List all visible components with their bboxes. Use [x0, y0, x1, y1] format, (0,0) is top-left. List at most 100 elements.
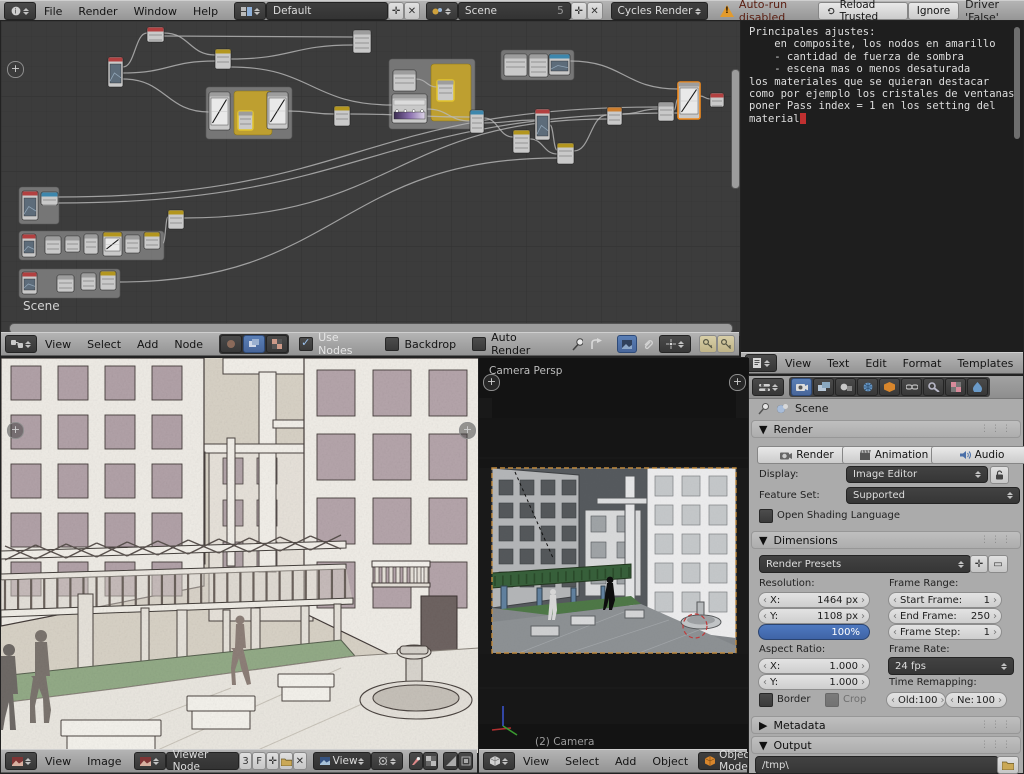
menu-format[interactable]: Format [895, 357, 950, 370]
tab-scene[interactable] [835, 378, 856, 396]
tab-world[interactable] [857, 378, 878, 396]
menu-text[interactable]: Text [819, 357, 857, 370]
tab-render-layers[interactable] [813, 378, 834, 396]
image-name-field[interactable]: Viewer Node [166, 752, 239, 770]
start-frame-field[interactable]: Start Frame:1 [888, 592, 1002, 608]
render-presets-dropdown[interactable]: Render Presets [759, 555, 971, 573]
aspect-y-field[interactable]: Y:1.000 [758, 674, 870, 690]
menu-add[interactable]: Add [129, 338, 166, 351]
pin-icon[interactable] [757, 402, 770, 415]
tab-modifiers[interactable] [923, 378, 944, 396]
new-image-button[interactable]: ✛ [266, 752, 280, 770]
ignore-button[interactable]: Ignore [908, 2, 959, 20]
menu-view[interactable]: View [515, 755, 557, 768]
frame-rate-dropdown[interactable]: 24 fps [888, 657, 1014, 675]
image-datablock-icon-button[interactable] [134, 752, 166, 770]
tab-material[interactable] [945, 378, 966, 396]
editor-type-text-button[interactable] [745, 354, 777, 372]
panel-header-render[interactable]: ▼Render⋮⋮⋮ [751, 420, 1021, 438]
panel-header-output[interactable]: ▼Output⋮⋮⋮ [751, 736, 1021, 754]
screen-layout-icon-button[interactable] [234, 2, 266, 20]
screen-layout-name-field[interactable]: Default [266, 2, 388, 20]
reload-trusted-button[interactable]: Reload Trusted [818, 2, 908, 20]
resolution-y-field[interactable]: Y:1108 px [758, 608, 870, 624]
menu-node[interactable]: Node [166, 338, 211, 351]
copy-node-tree-button[interactable] [699, 335, 717, 353]
use-nodes-checkbox[interactable] [299, 337, 313, 351]
shader-nodes-button[interactable] [220, 335, 242, 353]
menu-select[interactable]: Select [557, 755, 607, 768]
text-editor-content[interactable]: Principales ajustes: en composite, los n… [741, 21, 1023, 354]
delete-scene-button[interactable]: ✕ [587, 2, 603, 20]
draw-zbuffer-button[interactable] [458, 752, 473, 770]
menu-help[interactable]: Help [185, 5, 226, 18]
texture-nodes-button[interactable] [266, 335, 288, 353]
parent-tree-icon[interactable] [589, 338, 603, 351]
paste-node-tree-button[interactable] [717, 335, 735, 353]
render-result-button[interactable] [617, 335, 637, 353]
region-expand-plus-icon[interactable]: + [7, 61, 24, 78]
editor-type-properties-button[interactable] [752, 378, 784, 396]
remap-new-field[interactable]: Ne:100 [945, 692, 1007, 708]
resolution-x-field[interactable]: X:1464 px [758, 592, 870, 608]
auto-render-checkbox[interactable] [472, 337, 486, 351]
add-scene-button[interactable]: ✛ [571, 2, 587, 20]
rendered-image[interactable] [1, 358, 479, 753]
panel-header-dimensions[interactable]: ▼Dimensions⋮⋮⋮ [751, 531, 1021, 549]
feature-set-dropdown[interactable]: Supported [846, 487, 1020, 504]
display-dropdown[interactable]: Image Editor [846, 466, 988, 483]
menu-image[interactable]: Image [79, 755, 129, 768]
backdrop-checkbox[interactable] [385, 337, 399, 351]
region-expand-plus-icon[interactable]: + [729, 374, 746, 391]
compositing-nodes-button[interactable] [243, 335, 265, 353]
delete-layout-button[interactable]: ✕ [404, 2, 420, 20]
fake-user-button[interactable]: F [252, 752, 266, 770]
pivot-dropdown[interactable] [371, 752, 403, 770]
snap-dropdown[interactable] [659, 335, 691, 353]
menu-object[interactable]: Object [644, 755, 696, 768]
panel-header-metadata[interactable]: ▶Metadata⋮⋮⋮ [751, 716, 1021, 734]
editor-type-image-button[interactable] [5, 752, 37, 770]
text-editor-scrollbar[interactable] [1014, 27, 1020, 139]
output-path-field[interactable]: /tmp\ [755, 756, 999, 774]
tab-texture[interactable] [967, 378, 988, 396]
menu-view[interactable]: View [777, 357, 819, 370]
tab-render[interactable] [791, 378, 812, 396]
display-channels-dropdown[interactable]: View [313, 752, 371, 770]
tab-constraints[interactable] [901, 378, 922, 396]
border-checkbox[interactable] [759, 693, 773, 707]
region-expand-plus-icon[interactable]: + [7, 422, 24, 439]
menu-select[interactable]: Select [79, 338, 129, 351]
menu-window[interactable]: Window [126, 5, 185, 18]
lock-interface-button[interactable] [990, 466, 1009, 484]
render-engine-dropdown[interactable]: Cycles Render [611, 2, 708, 20]
resolution-percentage-slider[interactable]: 100% [758, 624, 870, 640]
frame-step-field[interactable]: Frame Step:1 [888, 624, 1002, 640]
editor-type-info-button[interactable]: i [4, 2, 36, 20]
menu-edit[interactable]: Edit [857, 357, 894, 370]
region-expand-plus-icon[interactable]: + [459, 422, 476, 439]
pin-icon[interactable] [571, 337, 583, 351]
editor-type-3dview-button[interactable] [483, 752, 515, 770]
region-expand-plus-icon[interactable]: + [483, 374, 500, 391]
crop-checkbox[interactable] [825, 693, 839, 707]
scene-users-count[interactable]: 5 [557, 5, 564, 17]
menu-render[interactable]: Render [70, 5, 125, 18]
scene-icon-button[interactable] [426, 2, 458, 20]
add-layout-button[interactable]: ✛ [388, 2, 404, 20]
node-editor-canvas[interactable]: + Scene [1, 21, 741, 336]
remove-preset-button[interactable]: ▭ [988, 555, 1008, 573]
paint-mode-button[interactable] [409, 752, 424, 770]
browse-output-folder-button[interactable] [997, 756, 1019, 774]
menu-add[interactable]: Add [607, 755, 644, 768]
unlink-image-button[interactable]: ✕ [293, 752, 307, 770]
menu-view[interactable]: View [37, 338, 79, 351]
menu-file[interactable]: File [36, 5, 70, 18]
osl-checkbox[interactable] [759, 509, 773, 523]
clip-icon[interactable] [642, 338, 653, 351]
editor-type-node-button[interactable] [5, 335, 37, 353]
menu-view[interactable]: View [37, 755, 79, 768]
end-frame-field[interactable]: End Frame:250 [888, 608, 1002, 624]
node-editor-vscrollbar[interactable] [731, 69, 740, 189]
audio-button[interactable]: Audio [931, 446, 1024, 464]
